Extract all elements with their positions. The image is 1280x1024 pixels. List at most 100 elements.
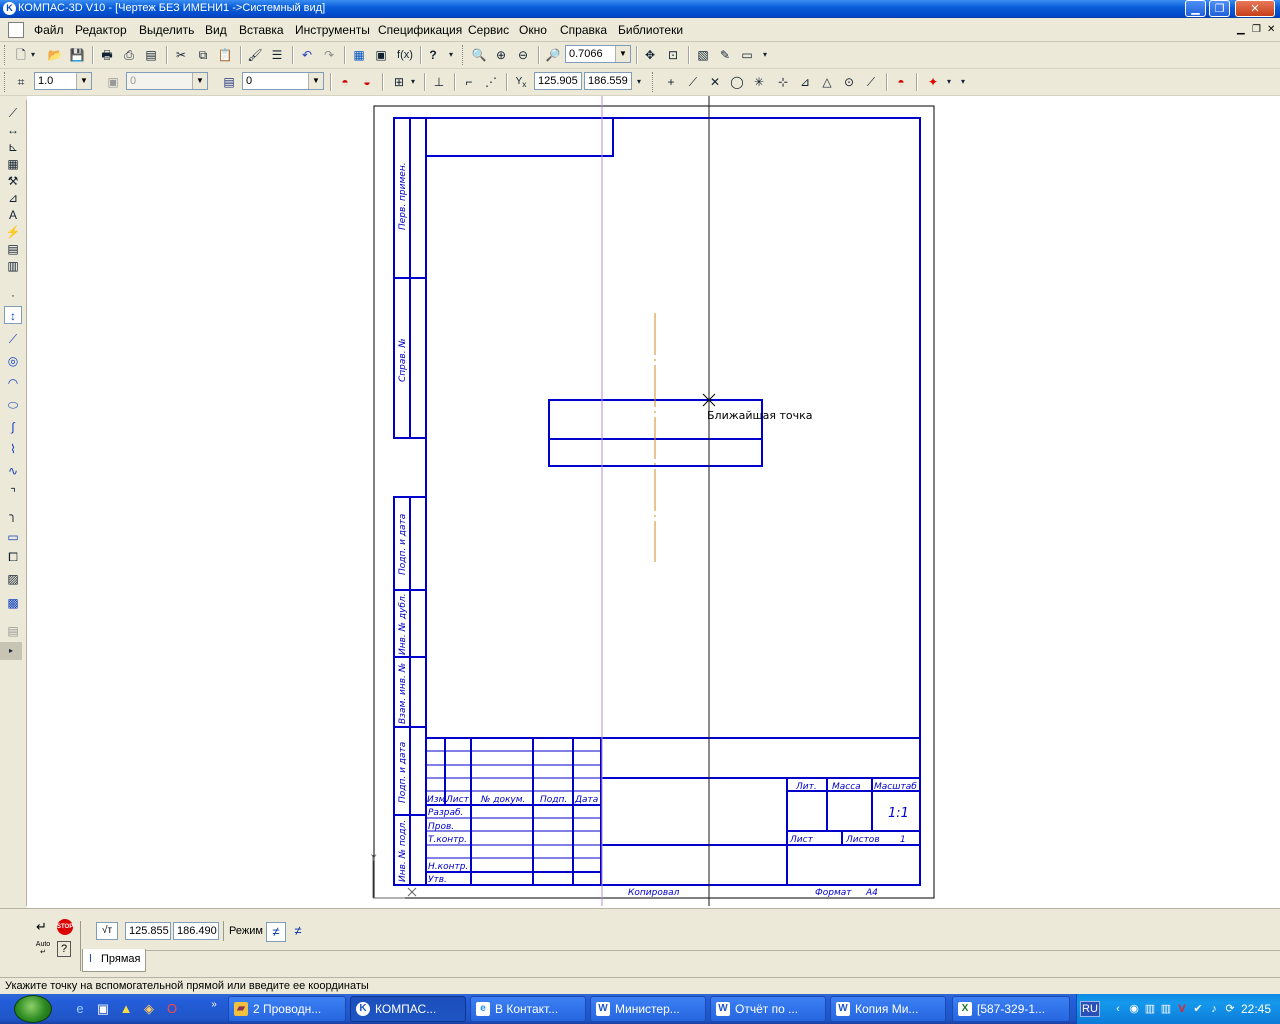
opera-quicklaunch-icon[interactable]: O: [164, 1001, 180, 1017]
snap-normal-icon[interactable]: ⊿: [796, 73, 814, 91]
print-preview-icon[interactable]: ⎙: [120, 46, 138, 64]
menu-view[interactable]: Вид: [205, 23, 227, 37]
drawing-canvas[interactable]: Лит. Масса Масштаб 1:1 Лист Листов 1 Изм…: [27, 96, 1280, 908]
toolbar-overflow-icon[interactable]: ▾: [446, 46, 456, 64]
chevron-down-icon[interactable]: ▼: [308, 73, 323, 89]
snap-middle-icon[interactable]: ⊹: [774, 73, 792, 91]
menu-editor[interactable]: Редактор: [75, 23, 127, 37]
toolbar-grip[interactable]: [4, 45, 8, 65]
snap-angle-icon[interactable]: ✳: [750, 73, 768, 91]
context-help-icon[interactable]: ?: [424, 46, 442, 64]
chevron-down-icon[interactable]: ▼: [615, 46, 630, 62]
aux-line-tool-icon[interactable]: ↕: [4, 306, 22, 324]
snap-vertex-icon[interactable]: △: [818, 73, 836, 91]
app-quicklaunch-icon[interactable]: ◈: [141, 1001, 157, 1017]
stop-command-icon[interactable]: STOP: [57, 919, 73, 935]
mdi-close-button[interactable]: ✕: [1267, 24, 1275, 35]
equidistant-tool-icon[interactable]: ▩: [4, 594, 22, 612]
quicklaunch-more-icon[interactable]: »: [206, 997, 222, 1013]
reports-tab-icon[interactable]: ▥: [4, 257, 22, 275]
cursor-x-field[interactable]: 125.905: [534, 72, 582, 90]
panel-expand-icon[interactable]: ▸: [0, 642, 22, 660]
tray-network-icon[interactable]: ▥: [1159, 1002, 1173, 1016]
clock[interactable]: 22:45: [1241, 1002, 1271, 1016]
refresh-icon[interactable]: ▧: [694, 46, 712, 64]
chevron-down-icon[interactable]: ▼: [76, 73, 91, 89]
geometry-tab-icon[interactable]: ⟋: [4, 104, 22, 122]
dimensions-tab-icon[interactable]: ↔: [4, 121, 22, 139]
print-icon[interactable]: 🖶: [98, 46, 116, 64]
menu-tools[interactable]: Инструменты: [295, 23, 370, 37]
tray-expand-icon[interactable]: ‹: [1111, 1002, 1125, 1016]
zoom-out-icon[interactable]: ⊖: [514, 46, 532, 64]
tray-volume-icon[interactable]: ♪: [1207, 1002, 1221, 1016]
task-vkontakte[interactable]: e В Контакт...: [470, 996, 586, 1022]
toolbar-overflow-icon[interactable]: ▾: [760, 46, 770, 64]
snap-tangent-icon[interactable]: ◯: [728, 73, 746, 91]
manager-icon[interactable]: ▦: [350, 46, 368, 64]
cut-icon[interactable]: ✂: [172, 46, 190, 64]
toolbar-grip[interactable]: [462, 45, 466, 65]
spline-tool-icon[interactable]: ∫: [4, 418, 22, 436]
layer-combo[interactable]: 0 ▼: [242, 72, 324, 90]
zoom-window-icon[interactable]: 🔍: [470, 46, 488, 64]
hatch-tool-icon[interactable]: ▨: [4, 570, 22, 588]
paste-icon[interactable]: 📋: [216, 46, 234, 64]
zoom-combo[interactable]: 0.7066 ▼: [565, 45, 631, 63]
cursor-step-icon[interactable]: ⌗: [12, 73, 30, 91]
view-panel-icon[interactable]: ▭: [738, 46, 756, 64]
toolbar-overflow-icon[interactable]: ▾: [634, 73, 644, 91]
tray-app-icon[interactable]: ◉: [1127, 1002, 1141, 1016]
document-properties-icon[interactable]: ▤: [142, 46, 160, 64]
tray-update-icon[interactable]: ✔: [1191, 1002, 1205, 1016]
menu-file[interactable]: Файл: [34, 23, 64, 37]
open-folder-icon[interactable]: 📂: [46, 46, 64, 64]
point-x-field[interactable]: 125.855: [125, 922, 171, 940]
mode-single-line-icon[interactable]: ≠: [266, 922, 286, 942]
properties-icon[interactable]: ☰: [268, 46, 286, 64]
point-style-dropdown-icon[interactable]: ▾: [944, 73, 954, 91]
point-coords-icon[interactable]: √т: [96, 922, 118, 940]
copy-icon[interactable]: ⧉: [194, 46, 212, 64]
menu-window[interactable]: Окно: [519, 23, 547, 37]
mdi-minimize-button[interactable]: ▁: [1237, 24, 1245, 35]
bezier-tool-icon[interactable]: ∿: [4, 462, 22, 480]
mdi-restore-button[interactable]: ❐: [1252, 24, 1261, 35]
save-icon[interactable]: 💾: [68, 46, 86, 64]
create-object-icon[interactable]: ↵: [36, 919, 47, 935]
language-indicator[interactable]: RU: [1080, 1001, 1100, 1017]
point-tool-icon[interactable]: ·: [4, 286, 22, 304]
tray-network-icon[interactable]: ▥: [1143, 1002, 1157, 1016]
polyline-tool-icon[interactable]: ⌇: [4, 440, 22, 458]
local-snaps-icon[interactable]: ◒: [358, 73, 376, 91]
menu-libraries[interactable]: Библиотеки: [618, 23, 683, 37]
snap-line-icon[interactable]: ⟋: [684, 73, 702, 91]
mode-no-snap-icon[interactable]: ≠: [288, 922, 308, 942]
global-snaps-icon[interactable]: ◓: [336, 73, 354, 91]
start-button[interactable]: [14, 995, 52, 1023]
point-y-field[interactable]: 186.490: [173, 922, 219, 940]
drawing-area[interactable]: Лит. Масса Масштаб 1:1 Лист Листов 1 Изм…: [27, 96, 1280, 908]
zoom-in-icon[interactable]: ⊕: [492, 46, 510, 64]
menu-help[interactable]: Справка: [560, 23, 607, 37]
undo-icon[interactable]: ↶: [298, 46, 316, 64]
selection-tab-icon[interactable]: A: [4, 206, 22, 224]
layers-icon[interactable]: ▤: [220, 73, 238, 91]
tray-antivirus-icon[interactable]: V: [1175, 1002, 1189, 1016]
copy-properties-icon[interactable]: 🖌: [246, 46, 264, 64]
minimize-button[interactable]: ▁: [1185, 0, 1206, 17]
menu-insert[interactable]: Вставка: [239, 23, 284, 37]
snap-intersection-icon[interactable]: ✕: [706, 73, 724, 91]
editing-tab-icon[interactable]: ▦: [4, 155, 22, 173]
tray-sync-icon[interactable]: ⟳: [1223, 1002, 1237, 1016]
help-icon[interactable]: ?: [57, 941, 71, 957]
contour-tool-icon[interactable]: ⧠: [4, 548, 22, 566]
cursor-y-field[interactable]: 186.559: [584, 72, 632, 90]
toolbar-overflow-icon[interactable]: ▾: [958, 73, 968, 91]
task-kompas[interactable]: K КОМПАС...: [350, 996, 466, 1022]
local-cs-icon[interactable]: ⊥: [430, 73, 448, 91]
close-button[interactable]: ✕: [1235, 0, 1275, 17]
task-word-report[interactable]: W Отчёт по ...: [710, 996, 826, 1022]
chamfer-tool-icon[interactable]: ⌝: [4, 484, 22, 502]
kompas-quicklaunch-icon[interactable]: ▲: [118, 1001, 134, 1017]
